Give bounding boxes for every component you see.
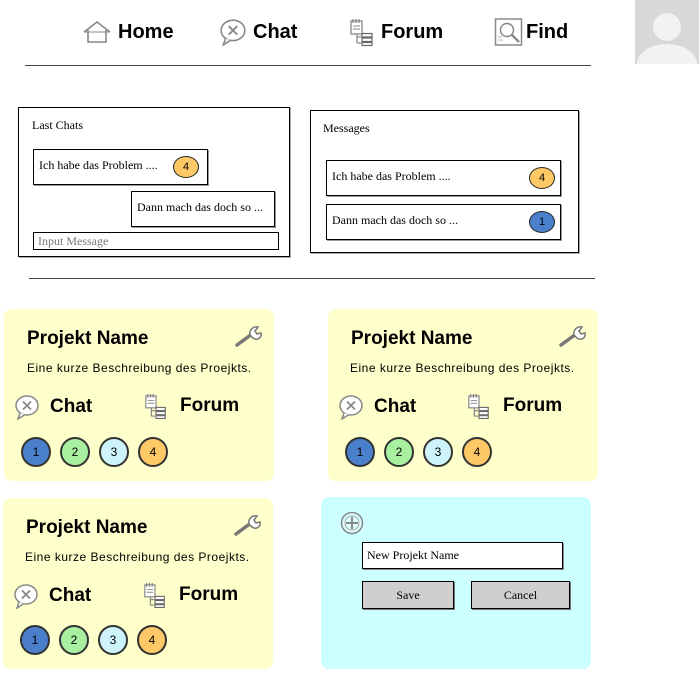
- unread-badge: 4: [529, 167, 555, 189]
- add-icon[interactable]: [340, 511, 364, 540]
- project-forum-label: Forum: [179, 584, 239, 605]
- project-forum-label: Forum: [180, 395, 240, 416]
- project-forum-label: Forum: [503, 395, 563, 416]
- middle-divider: [29, 278, 595, 279]
- home-icon: [82, 20, 112, 44]
- message-item[interactable]: Ich habe das Problem .... 4: [326, 160, 561, 196]
- member-avatar[interactable]: 4: [138, 437, 168, 467]
- new-project-name-input[interactable]: [362, 542, 563, 569]
- project-name: Projekt Name: [27, 328, 149, 349]
- nav-forum-label: Forum: [381, 20, 444, 43]
- project-forum-link[interactable]: Forum: [144, 392, 239, 420]
- last-chat-text: Dann mach das doch so ...: [137, 200, 263, 214]
- last-chats-panel: Last Chats Ich habe das Problem .... 4 D…: [18, 107, 290, 257]
- project-chat-label: Chat: [49, 585, 92, 606]
- project-chat-label: Chat: [50, 396, 93, 417]
- project-card[interactable]: Projekt Name Eine kurze Beschreibung des…: [4, 309, 274, 481]
- member-avatar[interactable]: 3: [98, 625, 128, 655]
- wrench-icon[interactable]: [559, 325, 589, 352]
- member-avatar[interactable]: 2: [60, 437, 90, 467]
- wrench-icon[interactable]: [234, 514, 264, 541]
- nav-home[interactable]: Home: [82, 14, 174, 50]
- save-button[interactable]: Save: [362, 581, 454, 609]
- project-chat-link[interactable]: Chat: [338, 394, 416, 420]
- unread-badge: 4: [173, 156, 199, 178]
- forum-icon: [467, 392, 491, 420]
- member-avatar[interactable]: 2: [384, 437, 414, 467]
- nav-chat-label: Chat: [253, 20, 298, 43]
- nav-chat[interactable]: Chat: [219, 14, 297, 50]
- project-card[interactable]: Projekt Name Eine kurze Beschreibung des…: [328, 309, 598, 481]
- message-text: Dann mach das doch so ...: [332, 213, 458, 227]
- message-input[interactable]: [33, 232, 279, 250]
- chat-icon: [219, 18, 247, 46]
- project-description: Eine kurze Beschreibung des Proejkts.: [25, 550, 250, 564]
- nav-forum[interactable]: Forum: [349, 14, 443, 50]
- chat-icon: [13, 583, 39, 609]
- member-avatar[interactable]: 2: [59, 625, 89, 655]
- member-avatar[interactable]: 4: [137, 625, 167, 655]
- project-description: Eine kurze Beschreibung des Proejkts.: [350, 361, 575, 375]
- messages-panel: Messages Ich habe das Problem .... 4 Dan…: [310, 110, 579, 253]
- project-name: Projekt Name: [351, 328, 473, 349]
- last-chat-item[interactable]: Dann mach das doch so ...: [131, 191, 275, 227]
- member-avatar[interactable]: 3: [423, 437, 453, 467]
- chat-icon: [14, 394, 40, 420]
- forum-icon: [349, 17, 375, 47]
- wrench-icon[interactable]: [235, 325, 265, 352]
- forum-icon: [144, 392, 168, 420]
- member-avatar[interactable]: 1: [21, 437, 51, 467]
- top-divider: [25, 65, 591, 66]
- new-project-card: Save Cancel: [321, 497, 591, 669]
- member-avatar[interactable]: 3: [99, 437, 129, 467]
- messages-title: Messages: [323, 121, 370, 135]
- project-chat-link[interactable]: Chat: [14, 394, 92, 420]
- unread-badge: 1: [529, 211, 555, 233]
- project-description: Eine kurze Beschreibung des Proejkts.: [27, 361, 252, 375]
- last-chat-item[interactable]: Ich habe das Problem .... 4: [33, 149, 208, 185]
- project-name: Projekt Name: [26, 517, 148, 538]
- project-forum-link[interactable]: Forum: [467, 392, 562, 420]
- cancel-button[interactable]: Cancel: [471, 581, 570, 609]
- avatar-icon: [635, 0, 699, 64]
- project-chat-link[interactable]: Chat: [13, 583, 91, 609]
- project-forum-link[interactable]: Forum: [143, 581, 238, 609]
- member-avatar[interactable]: 1: [345, 437, 375, 467]
- nav-find-label: Find: [526, 20, 569, 43]
- nav-home-label: Home: [118, 20, 174, 43]
- find-icon: [494, 17, 524, 47]
- avatar[interactable]: [635, 0, 699, 64]
- member-avatar[interactable]: 1: [20, 625, 50, 655]
- message-text: Ich habe das Problem ....: [332, 169, 451, 183]
- last-chats-title: Last Chats: [32, 118, 83, 132]
- forum-icon: [143, 581, 167, 609]
- member-avatar[interactable]: 4: [462, 437, 492, 467]
- message-item[interactable]: Dann mach das doch so ... 1: [326, 204, 561, 240]
- project-chat-label: Chat: [374, 396, 417, 417]
- project-card[interactable]: Projekt Name Eine kurze Beschreibung des…: [3, 498, 273, 669]
- nav-find[interactable]: Find: [494, 14, 568, 50]
- chat-icon: [338, 394, 364, 420]
- last-chat-text: Ich habe das Problem ....: [39, 158, 158, 172]
